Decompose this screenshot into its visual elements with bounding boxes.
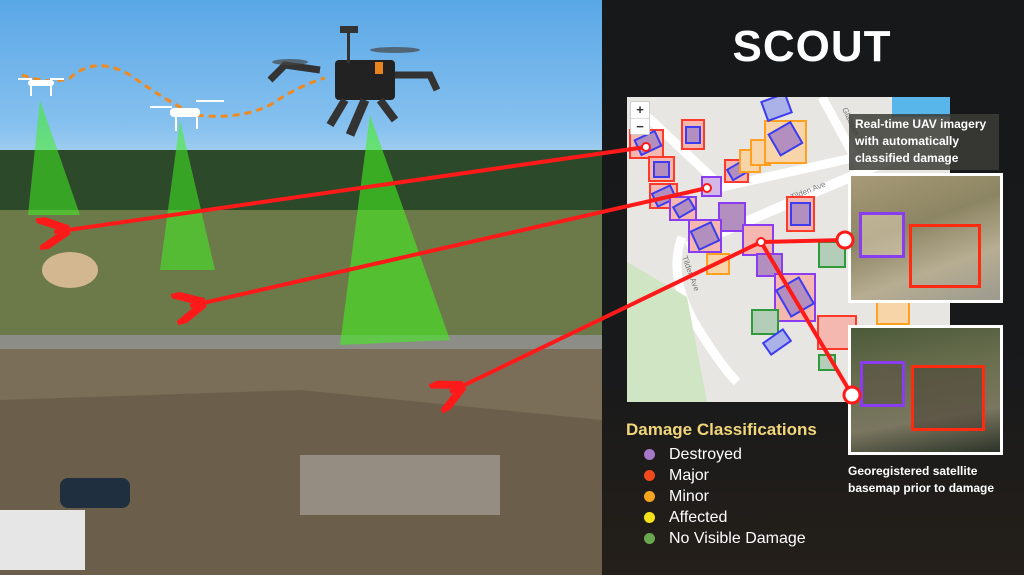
damage-box-none[interactable] (818, 354, 836, 371)
map-zoom-control: + − (630, 101, 650, 135)
dot-icon (644, 512, 655, 523)
damage-box-major[interactable] (786, 196, 815, 232)
legend-label: Minor (669, 487, 710, 505)
drone-icon (18, 78, 64, 96)
caption-line: with automatically (855, 134, 960, 148)
uav-image-inset[interactable] (848, 173, 1003, 303)
dot-icon (644, 491, 655, 502)
damage-box-minor[interactable] (706, 253, 730, 275)
legend-label: Destroyed (669, 445, 742, 463)
legend-title: Damage Classifications (626, 420, 817, 439)
destroyed-box (860, 361, 905, 407)
satellite-basemap-inset[interactable] (848, 325, 1003, 455)
destroyed-box (859, 212, 905, 258)
damage-legend: Damage Classifications Destroyed Major M… (626, 420, 817, 549)
aerial-photo (0, 0, 602, 575)
caption-line: classified damage (855, 151, 959, 165)
bucket-truck (0, 510, 85, 570)
legend-label: Major (669, 466, 710, 484)
damage-box-destroyed[interactable] (669, 196, 697, 221)
damage-box-major[interactable] (681, 119, 705, 150)
treeline (0, 150, 602, 210)
road (0, 335, 602, 349)
damage-box-major[interactable] (648, 156, 675, 182)
damage-box-none[interactable] (760, 97, 793, 123)
legend-label: Affected (669, 508, 728, 526)
major-box (911, 365, 985, 431)
dome-structure (42, 252, 98, 288)
legend-item-affected: Affected (626, 507, 817, 528)
dot-icon (644, 533, 655, 544)
app-title: SCOUT (732, 22, 892, 71)
aerial-scene (0, 26, 602, 575)
damage-box-destroyed[interactable] (742, 224, 774, 256)
caption-line: basemap prior to damage (848, 481, 995, 495)
legend-item-destroyed: Destroyed (626, 444, 817, 465)
major-box (909, 224, 981, 288)
satellite-caption: Georegistered satellite basemap prior to… (848, 463, 994, 497)
legend-item-major: Major (626, 465, 817, 486)
damage-box-destroyed[interactable] (688, 219, 722, 253)
damage-box-destroyed[interactable] (701, 176, 722, 197)
caption-line: Real-time UAV imagery (855, 117, 987, 131)
legend-item-minor: Minor (626, 486, 817, 507)
zoom-in-button[interactable]: + (631, 102, 649, 119)
damage-box-destroyed[interactable] (718, 202, 746, 232)
quadcopter-icon (267, 26, 441, 137)
damage-box-destroyed[interactable] (756, 253, 783, 277)
zoom-out-button[interactable]: − (631, 119, 649, 135)
damage-box-minor[interactable] (764, 120, 807, 164)
damage-box-none[interactable] (818, 241, 846, 268)
dot-icon (644, 449, 655, 460)
damage-box-none[interactable] (751, 309, 779, 335)
caption-line: Georegistered satellite (848, 464, 978, 478)
legend-label: No Visible Damage (669, 529, 806, 547)
uav-imagery-caption: Real-time UAV imagery with automatically… (849, 114, 999, 170)
damage-box-destroyed[interactable] (774, 273, 816, 322)
dot-icon (644, 470, 655, 481)
car (60, 478, 130, 508)
driveway (300, 455, 500, 515)
legend-item-no-damage: No Visible Damage (626, 528, 817, 549)
